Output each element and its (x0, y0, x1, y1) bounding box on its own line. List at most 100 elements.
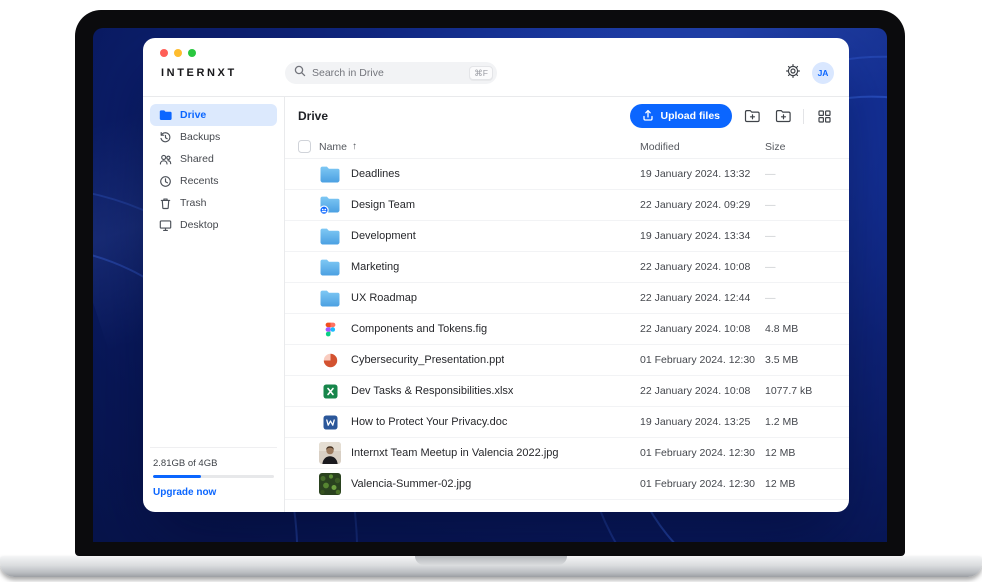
file-name-cell: Components and Tokens.fig (319, 318, 640, 340)
sidebar-item-label: Drive (180, 109, 206, 121)
header-row: INTERNXT Search in Drive ⌘F (143, 56, 849, 90)
folder-icon (319, 256, 341, 278)
column-header-modified[interactable]: Modified (640, 141, 765, 153)
toolbar-divider (803, 109, 804, 124)
file-size: — (765, 261, 841, 273)
internxt-logo: INTERNXT (143, 67, 285, 79)
desktop-wallpaper: INTERNXT Search in Drive ⌘F (93, 28, 887, 542)
file-name-cell: How to Protect Your Privacy.doc (319, 411, 640, 433)
file-name-cell: Development (319, 225, 640, 247)
content-header: Drive Upload files (285, 97, 849, 135)
sidebar-item-backups[interactable]: Backups (150, 126, 277, 148)
sidebar-item-drive[interactable]: Drive (150, 104, 277, 126)
sidebar-item-recents[interactable]: Recents (150, 170, 277, 192)
modified-date: 22 January 2024. 10:08 (640, 385, 765, 397)
file-size: — (765, 168, 841, 180)
file-size: 3.5 MB (765, 354, 841, 366)
modified-date: 22 January 2024. 10:08 (640, 323, 765, 335)
file-name-cell: Deadlines (319, 163, 640, 185)
column-header-name[interactable]: Name ↑ (319, 141, 640, 153)
modified-date: 19 January 2024. 13:32 (640, 168, 765, 180)
file-name-cell: Cybersecurity_Presentation.ppt (319, 349, 640, 371)
file-size: — (765, 292, 841, 304)
modified-date: 01 February 2024. 12:30 (640, 447, 765, 459)
table-row[interactable]: Marketing 22 January 2024. 10:08— (285, 252, 849, 283)
search-input[interactable]: Search in Drive ⌘F (285, 62, 497, 84)
excel-icon (319, 380, 341, 402)
file-name: How to Protect Your Privacy.doc (351, 416, 507, 428)
grid-view-toggle[interactable] (813, 106, 835, 126)
file-name-cell: Design Team (319, 194, 640, 216)
user-avatar[interactable]: JA (812, 62, 834, 84)
file-size: 1077.7 kB (765, 385, 841, 397)
file-name: Cybersecurity_Presentation.ppt (351, 354, 504, 366)
upload-files-label: Upload files (660, 110, 720, 122)
upload-icon (642, 109, 654, 124)
header-actions: JA (785, 62, 849, 84)
file-name-cell: Internxt Team Meetup in Valencia 2022.jp… (319, 442, 640, 464)
folder-shared-icon (319, 194, 341, 216)
sidebar-item-label: Trash (180, 197, 206, 209)
file-size: 1.2 MB (765, 416, 841, 428)
file-name-cell: Marketing (319, 256, 640, 278)
recents-icon (158, 175, 172, 188)
sidebar-item-label: Shared (180, 153, 214, 165)
column-header-size[interactable]: Size (765, 141, 841, 153)
folder-icon (319, 287, 341, 309)
file-list: Deadlines19 January 2024. 13:32—Design T… (285, 159, 849, 512)
sidebar-item-shared[interactable]: Shared (150, 148, 277, 170)
file-size: 4.8 MB (765, 323, 841, 335)
backups-icon (158, 131, 172, 144)
laptop-mockup: INTERNXT Search in Drive ⌘F (0, 0, 982, 582)
modified-date: 19 January 2024. 13:34 (640, 230, 765, 242)
upgrade-now-link[interactable]: Upgrade now (153, 487, 274, 498)
table-row[interactable]: Valencia-Summer-02.jpg01 February 2024. … (285, 469, 849, 500)
table-row[interactable]: Components and Tokens.fig 22 January 2024… (285, 314, 849, 345)
figma-icon (319, 318, 341, 340)
sidebar-item-desktop[interactable]: Desktop (150, 214, 277, 236)
sidebar-item-trash[interactable]: Trash (150, 192, 277, 214)
select-all-checkbox[interactable] (298, 140, 311, 153)
create-folder-button[interactable] (772, 106, 794, 126)
word-icon (319, 411, 341, 433)
image-person-icon (319, 442, 341, 464)
content-actions: Upload files (630, 104, 835, 128)
folder-icon (319, 163, 341, 185)
internxt-drive-window: INTERNXT Search in Drive ⌘F (143, 38, 849, 512)
file-size: — (765, 199, 841, 211)
search-shortcut-badge: ⌘F (469, 66, 493, 80)
table-row[interactable]: UX Roadmap22 January 2024. 12:44— (285, 283, 849, 314)
modified-date: 19 January 2024. 13:25 (640, 416, 765, 428)
table-row[interactable]: Deadlines19 January 2024. 13:32— (285, 159, 849, 190)
table-row[interactable]: Development19 January 2024. 13:34— (285, 221, 849, 252)
search-icon (294, 64, 306, 82)
trash-icon (158, 197, 172, 210)
storage-usage-label: 2.81GB of 4GB (153, 458, 274, 469)
table-row[interactable]: Dev Tasks & Responsibilities.xlsx 22 Janu… (285, 376, 849, 407)
modified-date: 22 January 2024. 10:08 (640, 261, 765, 273)
upload-files-button[interactable]: Upload files (630, 104, 732, 128)
image-leaves-icon (319, 473, 341, 495)
file-name: Design Team (351, 199, 415, 211)
table-row[interactable]: Internxt Team Meetup in Valencia 2022.jp… (285, 438, 849, 469)
sidebar-item-label: Recents (180, 175, 219, 187)
powerpoint-icon (319, 349, 341, 371)
sort-ascending-icon: ↑ (352, 141, 357, 152)
file-name: Dev Tasks & Responsibilities.xlsx (351, 385, 513, 397)
table-row[interactable]: Design Team22 January 2024. 09:29— (285, 190, 849, 221)
search-placeholder: Search in Drive (312, 67, 463, 79)
laptop-base (0, 556, 982, 577)
file-name-cell: Dev Tasks & Responsibilities.xlsx (319, 380, 640, 402)
page-title: Drive (298, 109, 328, 123)
table-row[interactable]: How to Protect Your Privacy.doc 19 Januar… (285, 407, 849, 438)
table-row[interactable]: Cybersecurity_Presentation.ppt01 Februar… (285, 345, 849, 376)
file-name-cell: UX Roadmap (319, 287, 640, 309)
file-name: Marketing (351, 261, 399, 273)
file-name: Components and Tokens.fig (351, 323, 487, 335)
sidebar-item-label: Backups (180, 131, 220, 143)
drive-icon (158, 109, 172, 122)
upload-folder-button[interactable] (741, 106, 763, 126)
settings-gear-icon[interactable] (785, 63, 801, 84)
file-size: 12 MB (765, 478, 841, 490)
file-name: UX Roadmap (351, 292, 417, 304)
